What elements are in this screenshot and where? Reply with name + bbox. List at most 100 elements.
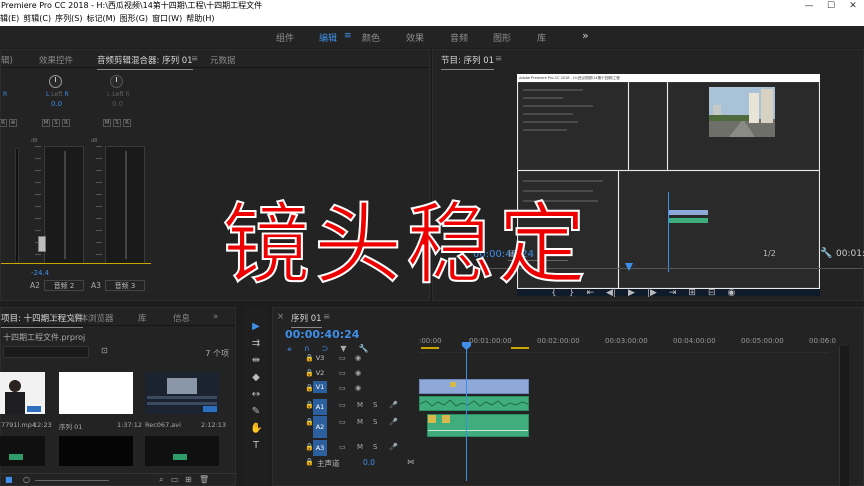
pan-value[interactable]: 0.0 [51, 100, 62, 108]
voiceover-icon[interactable]: 🎤 [389, 401, 398, 409]
timeline-scrollbar[interactable] [839, 346, 849, 486]
snap-icon[interactable]: ∩ [304, 344, 310, 354]
slip-tool-icon[interactable]: ↔ [250, 389, 262, 401]
track-select-tool-icon[interactable]: ⇉ [250, 338, 262, 350]
timeline-playhead[interactable] [466, 346, 467, 481]
video-clip[interactable] [419, 379, 529, 394]
eye-icon[interactable]: ◉ [355, 354, 361, 362]
pan-knob[interactable] [49, 75, 62, 88]
sequence-thumbnail[interactable] [59, 372, 133, 414]
mute-button[interactable]: M [103, 119, 111, 127]
track-v2[interactable]: V2 [313, 367, 327, 379]
pan-knob[interactable] [110, 75, 123, 88]
solo-button[interactable]: S [52, 119, 60, 127]
master-track-value[interactable]: 0.0 [363, 458, 375, 467]
minimize-button[interactable]: — [798, 0, 820, 12]
workspace-menu-icon[interactable]: ≡ [344, 31, 352, 41]
mute-button[interactable]: M [42, 119, 50, 127]
sync-lock-icon[interactable]: ▭ [339, 354, 346, 362]
sync-lock-icon[interactable]: ▭ [339, 384, 346, 392]
voiceover-icon[interactable]: 🎤 [389, 418, 398, 426]
menu-graphics[interactable]: 图形(G) [120, 12, 152, 26]
mute-button[interactable]: M [357, 443, 363, 451]
workspace-color[interactable]: 颜色 [362, 31, 380, 44]
clip-thumbnail[interactable] [0, 436, 45, 466]
solo-button[interactable]: S [373, 418, 377, 426]
mixer-menu-icon[interactable]: ≡ [191, 54, 198, 64]
step-forward-icon[interactable]: |▶ [647, 288, 657, 298]
clip-thumbnail[interactable] [145, 436, 219, 466]
selection-tool-icon[interactable]: ▶ [250, 321, 262, 333]
lock-icon[interactable]: 🔒 [305, 458, 314, 466]
pan-value[interactable]: 0.0 [112, 100, 123, 108]
time-ruler[interactable]: :00:00 00:01:00:00 00:02:00:00 00:03:00:… [419, 332, 864, 352]
volume-fader[interactable] [105, 146, 145, 264]
tab-media-browser[interactable]: 媒体浏览器 [71, 312, 114, 324]
track-v3[interactable]: V3 [313, 352, 327, 364]
track-a2[interactable]: A2 [313, 416, 327, 438]
timeline-menu-icon[interactable]: ≡ [323, 312, 330, 322]
eye-icon[interactable]: ◉ [355, 369, 361, 377]
menu-edit[interactable]: 辑(E) [0, 12, 23, 26]
project-more-icon[interactable]: » [213, 312, 218, 322]
tab-audio-clip-mixer[interactable]: 音频剪辑混合器: 序列 01 [97, 54, 193, 70]
ripple-edit-tool-icon[interactable]: ⇹ [250, 355, 262, 367]
tab-libraries[interactable]: 库 [138, 312, 147, 324]
solo-button[interactable]: S [373, 401, 377, 409]
mute-button[interactable]: M [357, 418, 363, 426]
audio-clip-a2[interactable] [427, 414, 529, 437]
zoom-out-icon[interactable]: ○ [23, 475, 30, 484]
resolution-dropdown[interactable]: 1/2 [763, 249, 776, 258]
menu-sequence[interactable]: 序列(S) [55, 12, 86, 26]
nest-icon[interactable]: ⚹ [287, 344, 292, 354]
track-v1[interactable]: V1 [313, 381, 327, 393]
thumbnail-zoom-slider[interactable] [35, 480, 109, 481]
new-bin-icon[interactable]: ⊡ [101, 346, 108, 355]
workspace-editing[interactable]: 编辑 [319, 31, 337, 44]
program-menu-icon[interactable]: ≡ [495, 54, 502, 64]
track-a3[interactable]: A3 [313, 440, 327, 456]
tab-effect-controls[interactable]: 效果控件 [39, 54, 73, 66]
sync-lock-icon[interactable]: ▭ [339, 418, 346, 426]
workspace-graphics[interactable]: 图形 [493, 31, 511, 44]
export-frame-icon[interactable]: ◉ [728, 288, 736, 298]
tab-info[interactable]: 信息 [173, 312, 190, 324]
type-tool-icon[interactable]: T [250, 440, 262, 452]
timeline-timecode[interactable]: 00:00:40:24 [285, 328, 359, 341]
record-toggle-icon[interactable]: ⊗ [9, 119, 17, 127]
tab-sequence-01[interactable]: 序列 01 [291, 312, 322, 328]
menu-marker[interactable]: 标记(M) [86, 12, 119, 26]
menu-window[interactable]: 窗口(W) [152, 12, 186, 26]
record-button[interactable]: R [123, 119, 131, 127]
find-icon[interactable]: ⌕ [159, 475, 163, 485]
menu-help[interactable]: 帮助(H) [186, 12, 218, 26]
mute-button[interactable]: M [357, 401, 363, 409]
list-view-icon[interactable]: ■ [5, 475, 13, 484]
sync-lock-icon[interactable]: ▭ [339, 401, 346, 409]
track-a1[interactable]: A1 [313, 399, 327, 415]
sync-lock-icon[interactable]: ▭ [339, 443, 346, 451]
go-to-point-icon[interactable]: ⋈ [407, 458, 414, 466]
pen-tool-icon[interactable]: ✎ [250, 406, 262, 418]
record-button[interactable]: R [0, 119, 7, 127]
program-title[interactable]: 节目: 序列 01 [441, 54, 495, 70]
voiceover-icon[interactable]: 🎤 [389, 443, 398, 451]
solo-button[interactable]: S [113, 119, 121, 127]
maximize-button[interactable]: ☐ [820, 0, 842, 12]
menu-clip[interactable]: 剪辑(C) [23, 12, 55, 26]
workspace-more-icon[interactable]: » [582, 29, 589, 42]
workspace-assembly[interactable]: 组件 [276, 31, 294, 44]
project-search-input[interactable] [3, 346, 89, 358]
volume-fader[interactable] [44, 146, 84, 264]
project-menu-icon[interactable]: ≡ [51, 312, 58, 322]
extract-icon[interactable]: ⊟ [708, 288, 716, 298]
close-button[interactable]: ✕ [842, 0, 864, 12]
trash-icon[interactable]: 🗑 [199, 475, 209, 484]
workspace-audio[interactable]: 音频 [450, 31, 468, 44]
audio-clip-a1[interactable] [419, 396, 529, 411]
new-item-icon[interactable]: ⊞ [185, 475, 192, 484]
clip-thumbnail[interactable] [59, 436, 133, 466]
fader-handle[interactable] [38, 236, 46, 252]
timeline-settings-icon[interactable]: 🔧 [359, 344, 369, 354]
tab-metadata[interactable]: 元数据 [210, 54, 236, 66]
